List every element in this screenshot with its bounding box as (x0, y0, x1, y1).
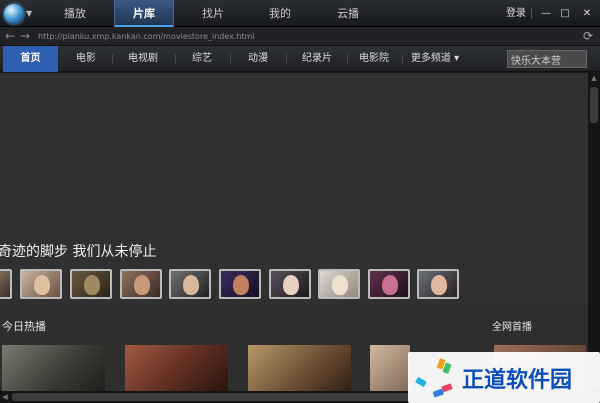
divider (0, 305, 588, 306)
cat-variety[interactable]: 综艺 (180, 46, 224, 72)
watermark-text: 正道软件园 (462, 368, 573, 393)
chevron-down-icon: ▼ (26, 9, 33, 18)
hero-thumbnail[interactable] (318, 269, 360, 299)
tab-mine[interactable]: 我的 (257, 0, 303, 27)
back-icon[interactable]: ← (5, 27, 15, 46)
app-logo-icon (4, 4, 24, 24)
divider (230, 54, 231, 64)
divider (286, 54, 287, 64)
close-icon[interactable]: ✕ (578, 0, 596, 27)
hero-thumbnail[interactable] (219, 269, 261, 299)
hero-banner[interactable]: 奇迹的脚步 我们从未停止 (0, 73, 588, 305)
category-nav: 首页 电影 电视剧 综艺 动漫 纪录片 电影院 更多频道 ▾ (0, 46, 600, 72)
poster-thumbnail[interactable] (248, 345, 351, 391)
cat-anime[interactable]: 动漫 (236, 46, 280, 72)
cat-more-dropdown[interactable]: 更多频道 ▾ (405, 46, 465, 72)
hero-thumbnail[interactable] (70, 269, 112, 299)
hero-title: 奇迹的脚步 我们从未停止 (0, 244, 157, 260)
divider (531, 8, 532, 19)
poster-thumbnail[interactable] (125, 345, 228, 391)
forward-icon[interactable]: → (20, 27, 30, 46)
cat-documentary[interactable]: 纪录片 (290, 46, 344, 72)
scroll-thumb[interactable] (590, 87, 598, 123)
cat-home[interactable]: 首页 (3, 46, 58, 72)
poster-thumbnail[interactable] (2, 345, 105, 391)
divider (402, 54, 403, 64)
tab-cloud[interactable]: 云播 (325, 0, 371, 27)
minimize-icon[interactable]: — (537, 0, 555, 27)
main-content: 奇迹的脚步 我们从未停止 今日热播 全网首播 (0, 73, 588, 391)
scroll-up-icon[interactable]: ▲ (588, 73, 600, 83)
tab-find[interactable]: 找片 (190, 0, 236, 27)
address-bar: ← → http://pianku.xmp.kankan.com/moviest… (0, 27, 600, 46)
hero-thumbnail[interactable] (417, 269, 459, 299)
watermark-logo-icon (415, 358, 453, 398)
hero-thumbnail[interactable] (120, 269, 162, 299)
refresh-icon[interactable]: ⟳ (583, 27, 593, 46)
section-title-premiere: 全网首播 (492, 322, 532, 333)
app-logo-menu[interactable]: ▼ (4, 4, 34, 24)
cat-tv[interactable]: 电视剧 (116, 46, 170, 72)
vertical-scrollbar[interactable]: ▲ ▼ (588, 73, 600, 391)
hero-thumbnail[interactable] (0, 269, 12, 299)
section-title-today-hot: 今日热播 (2, 320, 46, 333)
url-field[interactable]: http://pianku.xmp.kankan.com/moviestore_… (38, 27, 255, 46)
divider (175, 54, 176, 64)
hero-thumbnail[interactable] (20, 269, 62, 299)
hero-thumbnail[interactable] (368, 269, 410, 299)
scroll-thumb[interactable] (12, 393, 412, 401)
divider (112, 54, 113, 64)
search-input[interactable] (507, 50, 587, 68)
hero-thumbnail[interactable] (269, 269, 311, 299)
divider (347, 54, 348, 64)
tab-play[interactable]: 播放 (52, 0, 98, 27)
title-bar: ▼ 播放 片库 找片 我的 云播 登录 — □ ✕ (0, 0, 600, 27)
watermark: 正道软件园 (408, 352, 600, 403)
hero-thumbnail[interactable] (169, 269, 211, 299)
maximize-icon[interactable]: □ (556, 0, 574, 27)
scroll-left-icon[interactable]: ◀ (0, 391, 10, 403)
login-button[interactable]: 登录 (506, 0, 526, 27)
tab-library[interactable]: 片库 (114, 0, 174, 27)
cat-cinema[interactable]: 电影院 (350, 46, 398, 72)
cat-movie[interactable]: 电影 (64, 46, 108, 72)
poster-thumbnail[interactable] (370, 345, 410, 391)
